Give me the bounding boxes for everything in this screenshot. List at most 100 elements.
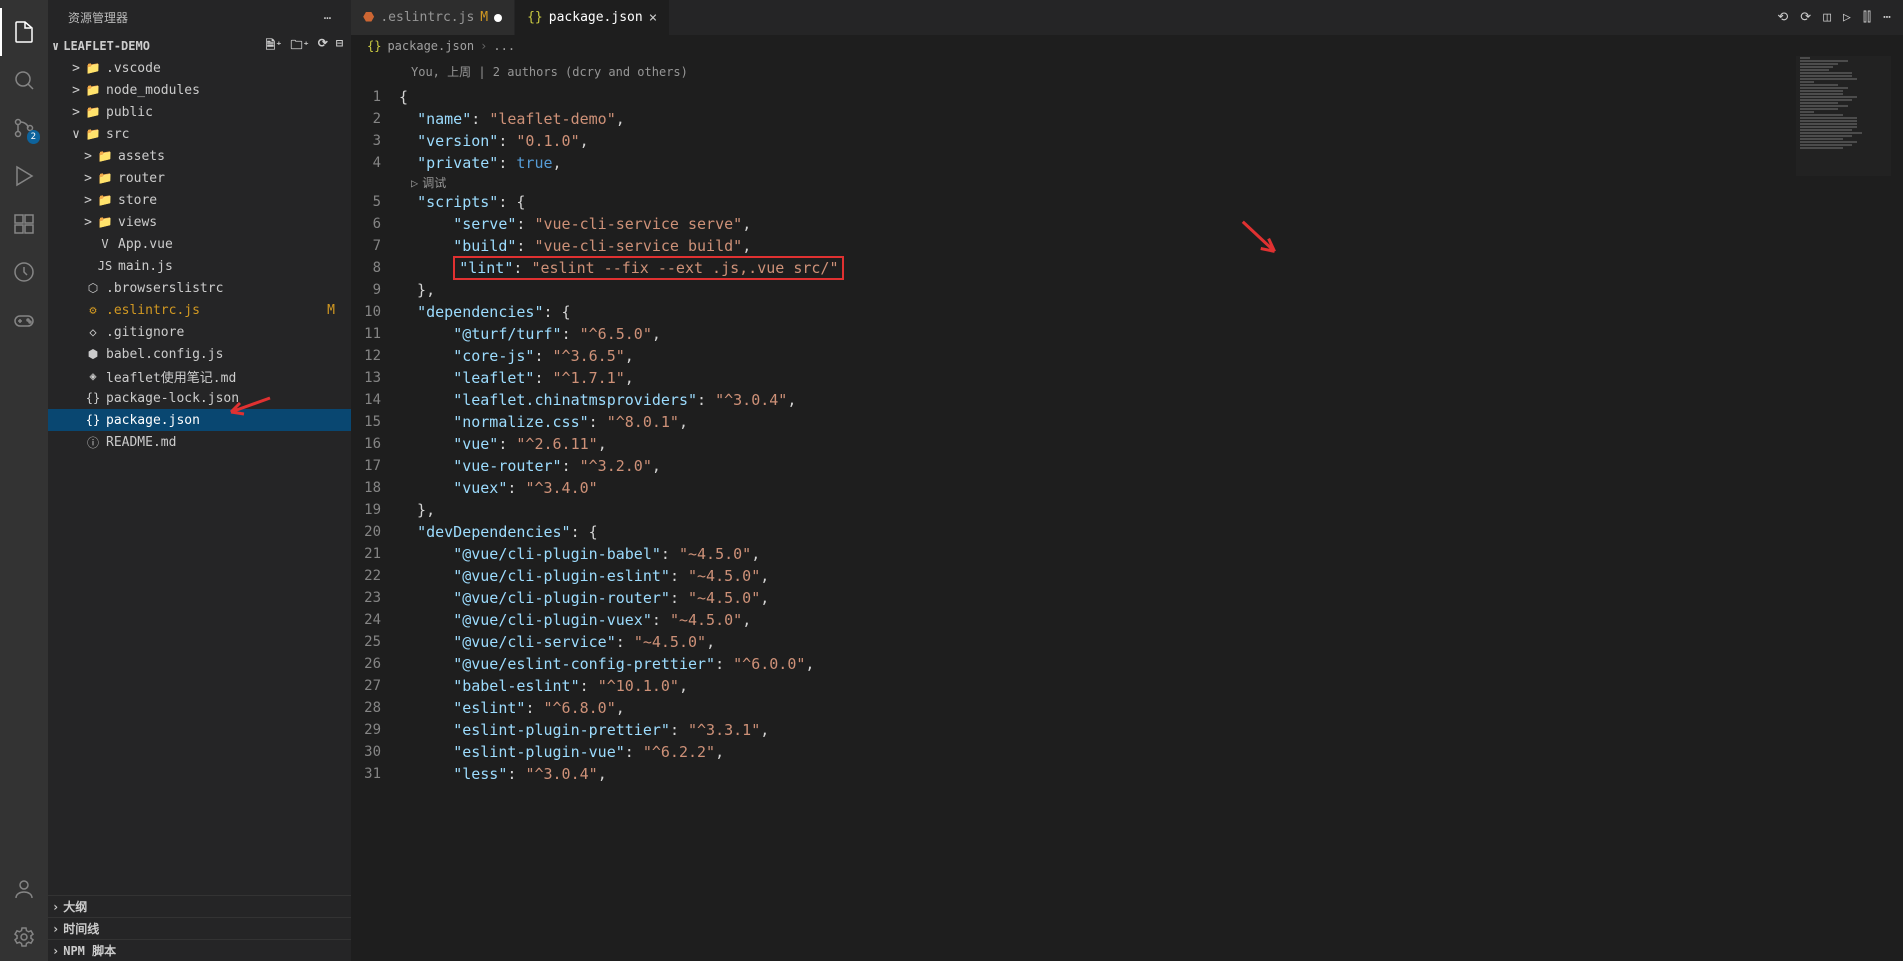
tree-item-label: .browserslistrc — [106, 281, 223, 296]
code-line[interactable]: 29 "eslint-plugin-prettier": "^3.3.1", — [351, 719, 1903, 741]
code-line[interactable]: 26 "@vue/eslint-config-prettier": "^6.0.… — [351, 653, 1903, 675]
npm-section[interactable]: ›NPM 脚本 — [48, 939, 351, 961]
line-number: 14 — [351, 392, 399, 408]
timeline-section[interactable]: ›时间线 — [48, 917, 351, 939]
twistie-icon: > — [80, 215, 96, 230]
outline-section[interactable]: ›大纲 — [48, 895, 351, 917]
game-icon[interactable] — [0, 296, 48, 344]
more-icon[interactable]: ⋯ — [324, 11, 331, 25]
codelens[interactable]: You, 上周 | 2 authors (dcry and others) — [351, 63, 1903, 80]
account-icon[interactable] — [0, 865, 48, 913]
tree-item[interactable]: >📁store — [48, 189, 351, 211]
go-forward-icon[interactable]: ⟳ — [1800, 10, 1811, 25]
tree-item[interactable]: >📁views — [48, 211, 351, 233]
code-line[interactable]: 3 "version": "0.1.0", — [351, 130, 1903, 152]
tree-item[interactable]: ⓘREADME.md — [48, 431, 351, 453]
tree-item[interactable]: >📁router — [48, 167, 351, 189]
explorer-root[interactable]: ∨ LEAFLET-DEMO 🗎⁺ 🗀⁺ ⟳ ⊟ — [48, 35, 351, 57]
line-number: 6 — [351, 216, 399, 232]
code-content: "leaflet.chinatmsproviders": "^3.0.4", — [399, 391, 796, 409]
file-tree: >📁.vscode>📁node_modules>📁public∨📁src>📁as… — [48, 57, 351, 895]
more-actions-icon[interactable]: ⋯ — [1883, 10, 1891, 25]
refresh-icon[interactable]: ⟳ — [318, 36, 328, 57]
code-content: "dependencies": { — [399, 303, 571, 321]
settings-icon[interactable] — [0, 913, 48, 961]
tree-item[interactable]: ⬢babel.config.js — [48, 343, 351, 365]
code-line[interactable]: 5 "scripts": { — [351, 191, 1903, 213]
code-line[interactable]: 23 "@vue/cli-plugin-router": "~4.5.0", — [351, 587, 1903, 609]
new-folder-icon[interactable]: 🗀⁺ — [290, 36, 309, 57]
close-icon[interactable]: × — [649, 10, 657, 26]
code-line[interactable]: 14 "leaflet.chinatmsproviders": "^3.0.4"… — [351, 389, 1903, 411]
tab-package-json[interactable]: {} package.json × — [515, 0, 670, 35]
code-line[interactable]: 11 "@turf/turf": "^6.5.0", — [351, 323, 1903, 345]
breadcrumb[interactable]: {} package.json › ... — [351, 35, 1903, 57]
tree-item[interactable]: ◈leaflet使用笔记.md — [48, 365, 351, 387]
run-icon[interactable]: ▷ — [1843, 10, 1851, 25]
code-line[interactable]: 18 "vuex": "^3.4.0" — [351, 477, 1903, 499]
code-line[interactable]: 31 "less": "^3.0.4", — [351, 763, 1903, 785]
code-line[interactable]: 16 "vue": "^2.6.11", — [351, 433, 1903, 455]
code-line[interactable]: 21 "@vue/cli-plugin-babel": "~4.5.0", — [351, 543, 1903, 565]
debug-codelens[interactable]: ▷ 调试 — [351, 174, 1903, 191]
code-line[interactable]: 25 "@vue/cli-service": "~4.5.0", — [351, 631, 1903, 653]
extensions-icon[interactable] — [0, 200, 48, 248]
diff-icon[interactable]: ◫ — [1823, 10, 1831, 25]
code-line[interactable]: 12 "core-js": "^3.6.5", — [351, 345, 1903, 367]
tree-item[interactable]: >📁public — [48, 101, 351, 123]
tree-item[interactable]: >📁assets — [48, 145, 351, 167]
code-line[interactable]: 1{ — [351, 86, 1903, 108]
collapse-icon[interactable]: ⊟ — [336, 36, 343, 57]
tree-item[interactable]: ⚙.eslintrc.jsM — [48, 299, 351, 321]
minimap[interactable] — [1796, 56, 1891, 176]
tree-item[interactable]: {}package-lock.json — [48, 387, 351, 409]
line-number: 27 — [351, 678, 399, 694]
code-line[interactable]: 19 }, — [351, 499, 1903, 521]
code-content: "@vue/eslint-config-prettier": "^6.0.0", — [399, 655, 814, 673]
js-file-icon: ⬣ — [363, 10, 374, 25]
tree-item[interactable]: VApp.vue — [48, 233, 351, 255]
code-line[interactable]: 20 "devDependencies": { — [351, 521, 1903, 543]
run-debug-icon[interactable] — [0, 152, 48, 200]
tree-item[interactable]: JSmain.js — [48, 255, 351, 277]
code-line[interactable]: 6 "serve": "vue-cli-service serve", — [351, 213, 1903, 235]
tree-item-label: store — [118, 193, 157, 208]
line-number: 12 — [351, 348, 399, 364]
twistie-icon: > — [68, 83, 84, 98]
file-icon: ⬡ — [84, 281, 102, 295]
go-back-icon[interactable]: ⟲ — [1777, 10, 1788, 25]
code-editor[interactable]: 1{2 "name": "leaflet-demo",3 "version": … — [351, 86, 1903, 961]
explorer-icon[interactable] — [0, 8, 48, 56]
code-line[interactable]: 27 "babel-eslint": "^10.1.0", — [351, 675, 1903, 697]
code-line[interactable]: 13 "leaflet": "^1.7.1", — [351, 367, 1903, 389]
new-file-icon[interactable]: 🗎⁺ — [266, 36, 283, 57]
code-content: "private": true, — [399, 154, 562, 172]
code-line[interactable]: 8 "lint": "eslint --fix --ext .js,.vue s… — [351, 257, 1903, 279]
source-control-icon[interactable]: 2 — [0, 104, 48, 152]
search-icon[interactable] — [0, 56, 48, 104]
tree-item[interactable]: {}package.json — [48, 409, 351, 431]
file-icon: ⓘ — [84, 434, 102, 451]
code-line[interactable]: 15 "normalize.css": "^8.0.1", — [351, 411, 1903, 433]
tree-item[interactable]: >📁node_modules — [48, 79, 351, 101]
code-line[interactable]: 4 "private": true, — [351, 152, 1903, 174]
code-line[interactable]: 17 "vue-router": "^3.2.0", — [351, 455, 1903, 477]
file-icon: 📁 — [96, 193, 114, 207]
code-line[interactable]: 10 "dependencies": { — [351, 301, 1903, 323]
code-line[interactable]: 2 "name": "leaflet-demo", — [351, 108, 1903, 130]
tree-item[interactable]: ◇.gitignore — [48, 321, 351, 343]
twistie-icon: > — [68, 105, 84, 120]
tree-item[interactable]: >📁.vscode — [48, 57, 351, 79]
sidebar-header: 资源管理器 ⋯ — [48, 0, 351, 35]
code-line[interactable]: 9 }, — [351, 279, 1903, 301]
code-line[interactable]: 28 "eslint": "^6.8.0", — [351, 697, 1903, 719]
remote-icon[interactable] — [0, 248, 48, 296]
tab-eslintrc[interactable]: ⬣ .eslintrc.js M — [351, 0, 515, 35]
tree-item[interactable]: ⬡ .browserslistrc — [48, 277, 351, 299]
code-line[interactable]: 24 "@vue/cli-plugin-vuex": "~4.5.0", — [351, 609, 1903, 631]
code-line[interactable]: 7 "build": "vue-cli-service build", — [351, 235, 1903, 257]
tree-item[interactable]: ∨📁src — [48, 123, 351, 145]
code-line[interactable]: 30 "eslint-plugin-vue": "^6.2.2", — [351, 741, 1903, 763]
split-icon[interactable]: ⫿⫿ — [1863, 10, 1871, 25]
code-line[interactable]: 22 "@vue/cli-plugin-eslint": "~4.5.0", — [351, 565, 1903, 587]
